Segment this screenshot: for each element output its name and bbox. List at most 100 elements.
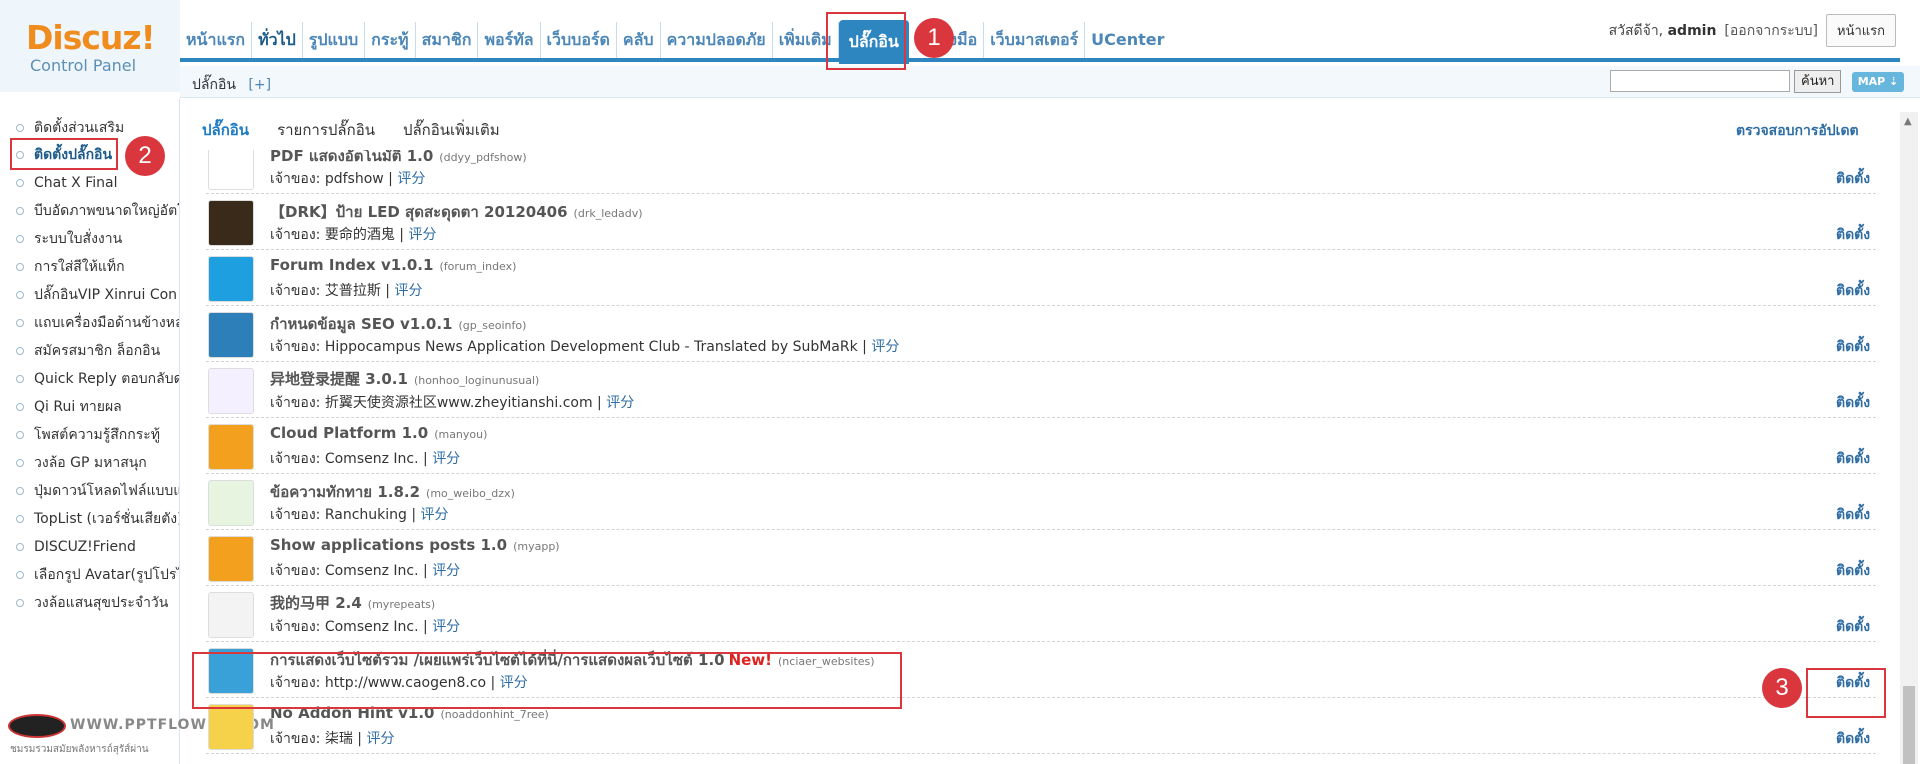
home-icon [208, 256, 254, 302]
plugin-name: Cloud Platform 1.0 (manyou) [270, 424, 488, 442]
add-shortcut-link[interactable]: [+] [248, 77, 271, 93]
rate-link[interactable]: 评分 [871, 339, 899, 355]
logout-link[interactable]: [ออกจากระบบ] [1724, 20, 1818, 42]
tab-plugins[interactable]: ปลั๊กอิน [202, 118, 249, 142]
install-button[interactable]: ติดตั้ง [1836, 336, 1870, 358]
bullet-icon [16, 571, 24, 579]
install-button[interactable]: ติดตั้ง [1836, 168, 1870, 190]
sidebar-item-chatx[interactable]: Chat X Final [16, 171, 179, 195]
install-button[interactable]: ติดตั้ง [1836, 560, 1870, 582]
sidebar-item-discuz-friend[interactable]: DISCUZ!Friend [16, 535, 179, 559]
install-button[interactable]: ติดตั้ง [1836, 504, 1870, 526]
step-badge-2: 2 [125, 136, 165, 176]
sidebar-item-register-login[interactable]: สมัครสมาชิก ล็อกอิน [16, 339, 179, 363]
nav-members[interactable]: สมาชิก [416, 22, 479, 58]
nav-home[interactable]: หน้าแรก [180, 22, 253, 58]
plugin-name: PDF แสดงอัตโนมัติ 1.0 (ddyy_pdfshow) [270, 150, 527, 165]
scrollbar-thumb[interactable] [1903, 686, 1915, 764]
manyou-icon [208, 536, 254, 582]
rate-link[interactable]: 评分 [432, 619, 460, 635]
nav-ucenter[interactable]: UCenter [1085, 22, 1170, 58]
rate-link[interactable]: 评分 [432, 451, 460, 467]
plugin-owner: เจ้าของ: pdfshow | 评分 [270, 171, 426, 187]
sidebar-item-quick-reply[interactable]: Quick Reply ตอบกลับด [16, 367, 179, 391]
watermark-tagline: ชมรมรวมสมัยพลังหารถ์สุรัส์ผ่าน [10, 744, 149, 755]
sidebar-item-work-order[interactable]: ระบบใบสั่งงาน [16, 227, 179, 251]
bullet-icon [16, 347, 24, 355]
plugin-name: Forum Index v1.0.1 (forum_index) [270, 256, 517, 274]
sidebar-item-avatar[interactable]: เลือกรูป Avatar(รูปโปรไ [16, 563, 179, 587]
bullet-icon [16, 207, 24, 215]
plugin-name: ข้อความทักทาย 1.8.2 (mo_weibo_dzx) [270, 483, 515, 501]
plugin-owner: เจ้าของ: Comsenz Inc. | 评分 [270, 619, 461, 635]
rate-link[interactable]: 评分 [397, 171, 425, 187]
plugin-owner: เจ้าของ: 要命的酒鬼 | 评分 [270, 227, 437, 243]
sidebar-item-download-button[interactable]: ปุ่มดาวน์โหลดไฟล์แบบแ [16, 479, 179, 503]
step-badge-3: 3 [1762, 668, 1802, 708]
install-button[interactable]: ติดตั้ง [1836, 392, 1870, 414]
left-sidebar: ติดตั้งส่วนเสริม ติดตั้งปลั๊กอิน Chat X … [0, 98, 180, 764]
rate-link[interactable]: 评分 [366, 731, 394, 747]
nav-style[interactable]: รูปแบบ [303, 22, 366, 58]
home-button[interactable]: หน้าแรก [1826, 14, 1896, 47]
bullet-icon [16, 431, 24, 439]
rate-link[interactable]: 评分 [421, 507, 449, 523]
install-button[interactable]: ติดตั้ง [1836, 448, 1870, 470]
bullet-icon [16, 319, 24, 327]
sidebar-item-toplist[interactable]: TopList (เวอร์ชั่นเสียตัง) [16, 507, 179, 531]
plugin-name: กำหนดข้อมูล SEO v1.0.1 (gp_seoinfo) [270, 315, 527, 333]
tab-plugin-list[interactable]: รายการปลั๊กอิน [277, 118, 375, 142]
install-button[interactable]: ติดตั้ง [1836, 616, 1870, 638]
nav-security[interactable]: ความปลอดภัย [661, 22, 773, 58]
highlight-install-plugin [10, 138, 118, 170]
rate-link[interactable]: 评分 [408, 227, 436, 243]
bullet-icon [16, 459, 24, 467]
nav-webmaster[interactable]: เว็บมาสเตอร์ [984, 22, 1086, 58]
sidebar-item-gp-wheel[interactable]: วงล้อ GP มหาสนุก [16, 451, 179, 475]
map-button[interactable]: MAP ⇣ [1852, 72, 1904, 92]
sidebar-item-qirui-guess[interactable]: Qi Rui ทายผล [16, 395, 179, 419]
nav-threads[interactable]: กระทู้ [365, 22, 416, 58]
plugin-row: Cloud Platform 1.0 (manyou) เจ้าของ: Comse… [206, 418, 1876, 474]
rate-link[interactable]: 评分 [394, 283, 422, 299]
plugin-owner: เจ้าของ: Comsenz Inc. | 评分 [270, 563, 461, 579]
sidebar-item-daily-wheel[interactable]: วงล้อแสนสุขประจำวัน [16, 591, 179, 615]
plugin-id: (gp_seoinfo) [458, 319, 527, 332]
plugin-tabs: ปลั๊กอิน รายการปลั๊กอิน ปลั๊กอินเพิ่มเติ… [202, 118, 500, 142]
plugin-id: (myapp) [513, 540, 560, 553]
sidebar-item-side-toolbar[interactable]: แถบเครื่องมือด้านข้างหล [16, 311, 179, 335]
sidebar-item-tag-color[interactable]: การใส่สีให้แท็ก [16, 255, 179, 279]
bullet-icon [16, 515, 24, 523]
plugin-row: กำหนดข้อมูล SEO v1.0.1 (gp_seoinfo) เจ้าขอ… [206, 306, 1876, 362]
install-button[interactable]: ติดตั้ง [1836, 728, 1870, 750]
rate-link[interactable]: 评分 [432, 563, 460, 579]
plugin-id: (noaddonhint_7ree) [440, 708, 549, 721]
highlight-target-plugin [192, 652, 902, 709]
search-button[interactable]: ค้นหา [1794, 70, 1842, 93]
discuz-logo[interactable]: Discuz! Control Panel [0, 0, 180, 92]
rate-link[interactable]: 评分 [606, 395, 634, 411]
led-icon [208, 200, 254, 246]
nav-forum[interactable]: เว็บบอร์ด [541, 22, 617, 58]
sidebar-item-vip-xinrui[interactable]: ปลั๊กอินVIP Xinrui Con [16, 283, 179, 307]
tab-more-plugins[interactable]: ปลั๊กอินเพิ่มเติม [403, 118, 500, 142]
plugin-row: Forum Index v1.0.1 (forum_index) เจ้าของ: … [206, 250, 1876, 306]
nav-portal[interactable]: พอร์ทัล [478, 22, 541, 58]
plugin-owner: เจ้าของ: 艾普拉斯 | 评分 [270, 283, 423, 299]
search-input[interactable] [1610, 70, 1790, 92]
nav-general[interactable]: ทั่วไป [252, 22, 303, 58]
plugin-name: 我的马甲 2.4 (myrepeats) [270, 594, 436, 612]
login-icon [208, 368, 254, 414]
install-button[interactable]: ติดตั้ง [1836, 224, 1870, 246]
sidebar-item-thread-mood[interactable]: โพสต์ความรู้สึกกระทู้ [16, 423, 179, 447]
nav-group[interactable]: คลับ [617, 22, 661, 58]
bullet-icon [16, 124, 24, 132]
sub-toolbar: ปลั๊กอิน [+] ค้นหา MAP ⇣ [180, 66, 1920, 98]
sidebar-item-image-compress[interactable]: บีบอัดภาพขนาดใหญ่อัตโน [16, 199, 179, 223]
check-update-link[interactable]: ตรวจสอบการอัปเดต [1736, 120, 1859, 142]
sidebar-item-addons[interactable]: ติดตั้งส่วนเสริม [16, 116, 179, 140]
install-button[interactable]: ติดตั้ง [1836, 280, 1870, 302]
bullet-icon [16, 179, 24, 187]
scrollbar[interactable]: ▲ [1900, 112, 1918, 764]
scroll-up-icon[interactable]: ▲ [1904, 116, 1912, 127]
